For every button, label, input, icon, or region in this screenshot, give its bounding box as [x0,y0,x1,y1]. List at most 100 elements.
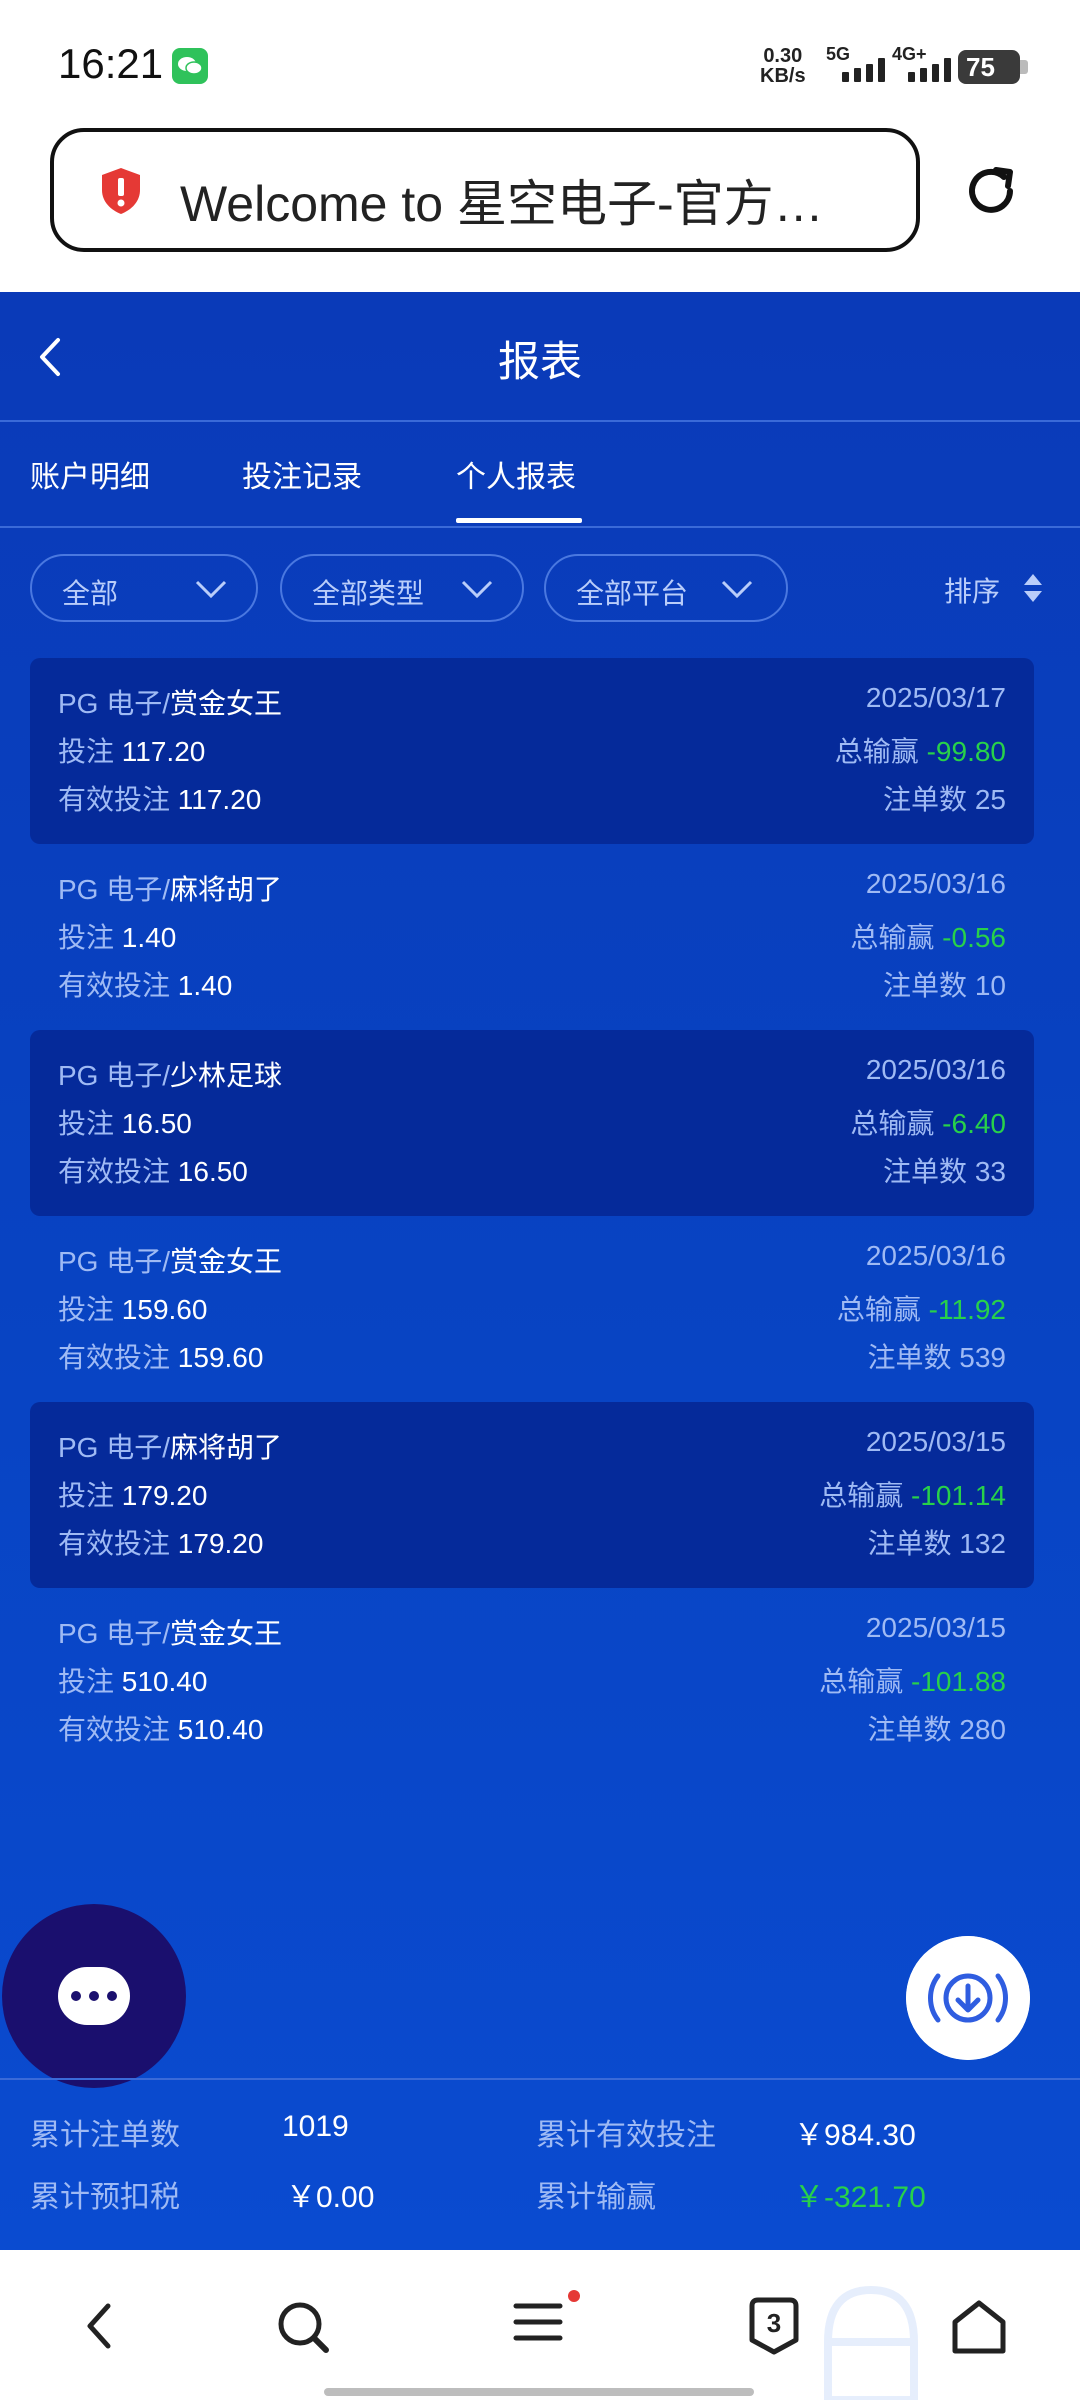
prewithheld-tax-value: ￥0.00 [286,2181,375,2214]
network-speed: 0.30 KB/s [760,45,806,87]
report-card[interactable]: PG 电子/赏金女王 投注 510.40 有效投注 510.40 2025/03… [30,1588,1034,1774]
sim1-signal-icon: 5G [826,44,886,86]
bet-label: 投注 [58,1108,115,1139]
winloss-amount: -11.92 [928,1294,1006,1325]
report-card[interactable]: PG 电子/麻将胡了 投注 1.40 有效投注 1.40 2025/03/16 … [30,844,1034,1030]
record-date: 2025/03/16 [865,868,1006,899]
record-date: 2025/03/15 [865,1426,1006,1457]
game-name: 少林足球 [170,1060,283,1091]
game-name: 赏金女王 [170,1618,283,1649]
tab-bet-records[interactable]: 投注记录 [242,452,362,496]
orders-count: 25 [974,784,1006,815]
bet-label: 投注 [58,922,115,953]
valid-bet-label: 有效投注 [58,1528,171,1559]
notification-dot-icon [568,2290,580,2302]
bet-amount: 16.50 [121,1108,192,1139]
reload-icon[interactable] [960,160,1022,222]
bet-label: 投注 [58,1480,115,1511]
record-date: 2025/03/16 [865,1054,1006,1085]
orders-count: 132 [959,1528,1006,1559]
type-filter-dropdown[interactable]: 全部类型 [280,554,524,622]
total-orders-value: 1019 [282,2110,349,2143]
page-title: 报表 [497,338,582,385]
address-bar[interactable]: Welcome to 星空电子-官方… [50,128,920,252]
report-card[interactable]: PG 电子/赏金女王 投注 117.20 有效投注 117.20 2025/03… [30,658,1034,844]
sort-icon[interactable] [1022,572,1044,604]
game-name: 麻将胡了 [170,1432,283,1463]
bet-amount: 1.40 [121,922,177,953]
bet-amount: 117.20 [121,736,206,767]
winloss-label: 总输赢 [850,1108,935,1139]
valid-bet-amount: 159.60 [177,1342,264,1373]
orders-label: 注单数 [867,1714,952,1745]
report-page: 报表 账户明细 投注记录 个人报表 全部 全部类型 全部平台 排序 PG 电子/… [0,292,1080,2250]
tab-account-details[interactable]: 账户明细 [30,452,150,496]
orders-count: 539 [959,1342,1006,1373]
winloss-amount: -101.14 [911,1480,1006,1511]
total-valid-bet-value: ￥984.30 [794,2119,916,2152]
valid-bet-label: 有效投注 [58,970,171,1001]
url-text: Welcome to 星空电子-官方… [180,176,824,232]
valid-bet-label: 有效投注 [58,1156,171,1187]
platform-filter-dropdown[interactable]: 全部平台 [544,554,788,622]
valid-bet-label: 有效投注 [58,1342,171,1373]
valid-bet-amount: 1.40 [177,970,233,1001]
search-icon[interactable] [274,2298,332,2356]
winloss-amount: -6.40 [942,1108,1006,1139]
provider: PG 电子/ [58,1246,171,1277]
game-name: 赏金女王 [170,1246,283,1277]
bet-label: 投注 [58,1294,115,1325]
orders-label: 注单数 [867,1528,952,1559]
record-date: 2025/03/16 [865,1240,1006,1271]
wechat-notification-icon [172,48,208,84]
orders-label: 注单数 [883,970,968,1001]
page-header: 报表 [0,292,1080,422]
live-chat-button[interactable] [2,1904,186,2088]
valid-bet-amount: 16.50 [177,1156,248,1187]
battery-icon: 75 [958,50,1028,84]
bet-amount: 159.60 [121,1294,208,1325]
chevron-down-icon [461,580,493,599]
total-valid-bet-label: 累计有效投注 [536,2119,716,2152]
winloss-label: 总输赢 [834,736,919,767]
back-icon[interactable] [80,2298,120,2354]
valid-bet-label: 有效投注 [58,1714,171,1745]
report-card[interactable]: PG 电子/少林足球 投注 16.50 有效投注 16.50 2025/03/1… [30,1030,1034,1216]
game-name: 麻将胡了 [170,874,283,905]
provider: PG 电子/ [58,1060,171,1091]
tab-count: 3 [766,2308,782,2338]
report-card[interactable]: PG 电子/赏金女王 投注 159.60 有效投注 159.60 2025/03… [30,1216,1034,1402]
mascot-icon[interactable] [818,2282,924,2400]
valid-bet-label: 有效投注 [58,784,171,815]
winloss-label: 总输赢 [836,1294,921,1325]
winloss-amount: -0.56 [942,922,1006,953]
bet-amount: 179.20 [121,1480,208,1511]
sort-button[interactable]: 排序 [944,570,1000,610]
bet-label: 投注 [58,736,115,767]
total-winloss-label: 累计输赢 [536,2181,656,2214]
winloss-label: 总输赢 [850,922,935,953]
download-app-button[interactable] [906,1936,1030,2060]
record-date: 2025/03/15 [865,1612,1006,1643]
menu-icon[interactable] [510,2290,580,2356]
sim2-signal-icon: 4G+ [892,44,952,86]
home-icon[interactable] [950,2298,1008,2356]
gesture-home-indicator [324,2388,754,2396]
orders-count: 280 [959,1714,1006,1745]
valid-bet-amount: 179.20 [177,1528,264,1559]
orders-label: 注单数 [883,784,968,815]
bet-label: 投注 [58,1666,115,1697]
tab-personal-report[interactable]: 个人报表 [456,452,576,496]
game-name: 赏金女王 [170,688,283,719]
chevron-down-icon [195,580,227,599]
valid-bet-amount: 510.40 [177,1714,264,1745]
total-orders-label: 累计注单数 [30,2119,180,2152]
tabs-button[interactable]: 3 [746,2296,802,2356]
provider: PG 电子/ [58,1432,171,1463]
winloss-label: 总输赢 [819,1666,904,1697]
report-card[interactable]: PG 电子/麻将胡了 投注 179.20 有效投注 179.20 2025/03… [30,1402,1034,1588]
prewithheld-tax-label: 累计预扣税 [30,2181,180,2214]
tab-bar: 账户明细 投注记录 个人报表 [0,422,1080,528]
orders-count: 10 [974,970,1006,1001]
range-filter-dropdown[interactable]: 全部 [30,554,258,622]
